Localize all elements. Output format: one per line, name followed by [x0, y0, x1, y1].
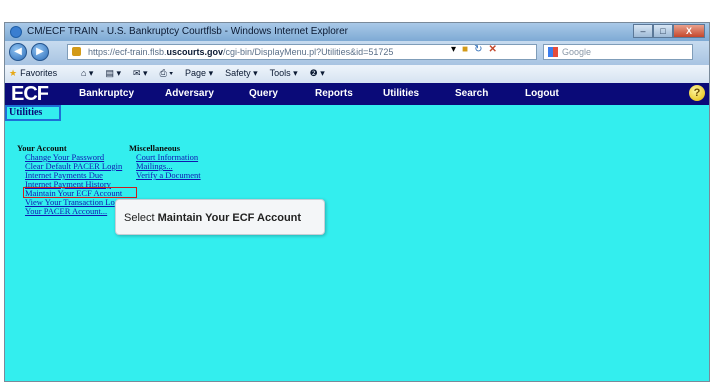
menu-utilities[interactable]: Utilities — [383, 88, 419, 99]
safety-menu[interactable]: Safety ▾ — [225, 68, 258, 79]
menu-logout[interactable]: Logout — [525, 88, 559, 99]
stop-icon[interactable]: ✕ — [488, 44, 496, 55]
refresh-icon[interactable]: ↻ — [474, 44, 482, 55]
menu-query[interactable]: Query — [249, 88, 278, 99]
close-button[interactable]: X — [673, 24, 705, 38]
browser-window: CM/ECF TRAIN - U.S. Bankruptcy Courtflsb… — [4, 22, 710, 382]
title-bar: CM/ECF TRAIN - U.S. Bankruptcy Courtflsb… — [5, 23, 709, 41]
page-menu[interactable]: Page ▾ — [185, 68, 213, 79]
window-title: CM/ECF TRAIN - U.S. Bankruptcy Courtflsb… — [27, 26, 349, 37]
search-placeholder: Google — [562, 47, 592, 57]
tools-menu[interactable]: Tools ▾ — [270, 68, 298, 79]
url-text: https://ecf-train.flsb.uscourts.gov/cgi-… — [88, 47, 394, 57]
ecf-menu-bar: ECF Bankruptcy Adversary Query Reports U… — [5, 83, 709, 105]
menu-adversary[interactable]: Adversary — [165, 88, 214, 99]
menu-search[interactable]: Search — [455, 88, 488, 99]
menu-bankruptcy[interactable]: Bankruptcy — [79, 88, 134, 99]
address-bar-row: ◀ ▶ https://ecf-train.flsb.uscourts.gov/… — [5, 41, 709, 65]
ie-logo-icon — [10, 26, 22, 38]
star-icon: ★ — [9, 68, 18, 78]
instruction-tooltip: Select Maintain Your ECF Account — [115, 199, 325, 235]
print-icon[interactable]: ⎙ ▾ — [160, 68, 173, 79]
google-icon — [548, 47, 558, 57]
lock-icon[interactable]: ■ — [462, 44, 468, 55]
favorites-button[interactable]: ★ Favorites — [9, 68, 57, 79]
search-input[interactable]: Google — [543, 44, 693, 60]
minimize-button[interactable]: – — [633, 24, 653, 38]
address-icons: ▾ ■ ↻ ✕ — [451, 44, 497, 55]
page-title: Utilities — [5, 105, 61, 121]
dropdown-icon[interactable]: ▾ — [451, 44, 456, 55]
mail-icon[interactable]: ✉ ▾ — [133, 68, 148, 79]
maximize-button[interactable]: □ — [653, 24, 673, 38]
help-icon[interactable]: ? — [689, 85, 705, 101]
command-items: ⌂ ▾ ▤ ▾ ✉ ▾ ⎙ ▾ Page ▾ Safety ▾ Tools ▾ … — [81, 68, 325, 79]
link-pacer-account[interactable]: Your PACER Account... — [25, 206, 107, 216]
command-bar: ★ Favorites ⌂ ▾ ▤ ▾ ✉ ▾ ⎙ ▾ Page ▾ Safety… — [5, 65, 709, 84]
main-content: Utilities Your Account Change Your Passw… — [5, 105, 709, 381]
forward-icon[interactable]: ▶ — [31, 43, 49, 61]
link-verify-document[interactable]: Verify a Document — [136, 170, 201, 180]
site-icon — [72, 47, 81, 56]
menu-reports[interactable]: Reports — [315, 88, 353, 99]
back-icon[interactable]: ◀ — [9, 43, 27, 61]
ecf-logo[interactable]: ECF — [11, 83, 49, 106]
feeds-icon[interactable]: ▤ ▾ — [105, 68, 121, 79]
help-menu-icon[interactable]: ❷ ▾ — [310, 68, 325, 79]
window-controls: – □ X — [633, 24, 705, 38]
home-icon[interactable]: ⌂ ▾ — [81, 68, 93, 79]
